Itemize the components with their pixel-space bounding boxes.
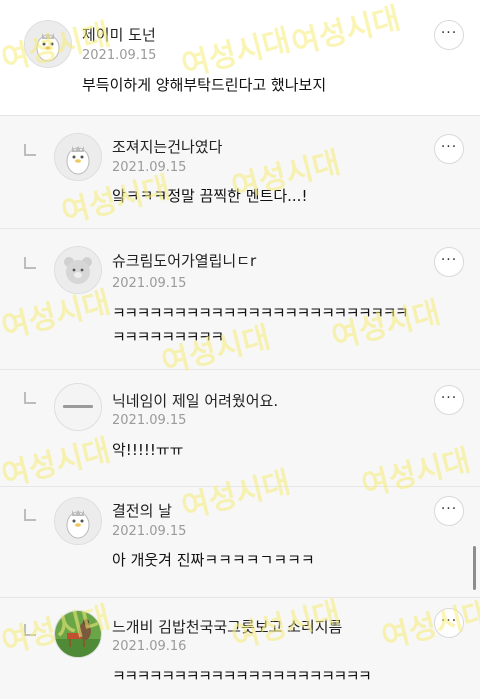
reply-arrow-icon — [24, 144, 36, 156]
reply-item: 닉네임이 제일 어려웠어요. 2021.09.15 악!!!!!ㅠㅠ ··· — [0, 370, 480, 486]
penguin-icon — [25, 21, 71, 67]
scrollbar-thumb[interactable] — [473, 546, 476, 590]
comment-item: 제이미 도넌 2021.09.15 부득이하게 양해부탁드린다고 했나보지 ··… — [0, 0, 480, 115]
reply-item: 결전의 날 2021.09.15 아 개웃겨 진짜ㅋㅋㅋㅋㄱㅋㅋㅋ ··· — [0, 487, 480, 597]
avatar[interactable] — [54, 133, 102, 181]
comment-text: 아 개웃겨 진짜ㅋㅋㅋㅋㄱㅋㅋㅋ — [112, 551, 315, 569]
avatar[interactable] — [24, 20, 72, 68]
comment-author[interactable]: 조져지는건나였다 — [112, 136, 222, 157]
penguin-icon — [55, 498, 101, 544]
comment-text-line: ㅋㅋㅋㅋㅋㅋㅋㅋㅋㅋㅋㅋㅋㅋㅋㅋㅋㅋㅋㅋㅋㅋㅋㅋ — [112, 304, 409, 322]
bear-icon — [55, 247, 101, 293]
comment-author[interactable]: 결전의 날 — [112, 500, 172, 521]
avatar[interactable] — [54, 383, 102, 431]
more-options-button[interactable]: ··· — [434, 247, 464, 277]
comment-author[interactable]: 느개비 김밥천국국그릇보고 소리지름 — [112, 616, 342, 637]
more-options-button[interactable]: ··· — [434, 20, 464, 50]
comment-text: ㅋㅋㅋㅋㅋㅋㅋㅋㅋㅋㅋㅋㅋㅋㅋㅋㅋㅋㅋㅋㅋ — [112, 667, 372, 685]
comment-date: 2021.09.15 — [112, 160, 187, 175]
reply-item: 느개비 김밥천국국그릇보고 소리지름 2021.09.16 ㅋㅋㅋㅋㅋㅋㅋㅋㅋㅋ… — [0, 598, 480, 699]
penguin-icon — [55, 134, 101, 180]
more-options-button[interactable]: ··· — [434, 496, 464, 526]
comment-date: 2021.09.15 — [82, 48, 157, 63]
reply-item: 조져지는건나였다 2021.09.15 앜ㅋㅋㅋ정말 끔찍한 멘트다...! ·… — [0, 116, 480, 228]
comment-author[interactable]: 슈크림도어가열립니ㄷr — [112, 250, 256, 271]
reply-arrow-icon — [24, 392, 36, 404]
wordmark-logo-icon — [55, 384, 101, 430]
reply-arrow-icon — [24, 624, 36, 636]
reply-arrow-icon — [24, 509, 36, 521]
comment-author[interactable]: 닉네임이 제일 어려웠어요. — [112, 390, 278, 411]
comment-text-line: ㅋㅋㅋㅋㅋㅋㅋㅋㅋ — [112, 328, 224, 346]
more-options-button[interactable]: ··· — [434, 134, 464, 164]
comment-date: 2021.09.15 — [112, 276, 187, 291]
reply-arrow-icon — [24, 257, 36, 269]
comment-text: 부득이하게 양해부탁드린다고 했나보지 — [82, 76, 327, 94]
comment-date: 2021.09.15 — [112, 524, 187, 539]
comment-date: 2021.09.15 — [112, 413, 187, 428]
more-options-button[interactable]: ··· — [434, 385, 464, 415]
photo-avatar-icon — [55, 611, 101, 657]
comment-text: 앜ㅋㅋㅋ정말 끔찍한 멘트다...! — [112, 187, 308, 205]
comment-date: 2021.09.16 — [112, 639, 187, 654]
avatar[interactable] — [54, 610, 102, 658]
avatar[interactable] — [54, 497, 102, 545]
comment-text: 악!!!!!ㅠㅠ — [112, 441, 184, 459]
comment-author[interactable]: 제이미 도넌 — [82, 24, 156, 45]
more-options-button[interactable]: ··· — [434, 608, 464, 638]
reply-item: 슈크림도어가열립니ㄷr 2021.09.15 ㅋㅋㅋㅋㅋㅋㅋㅋㅋㅋㅋㅋㅋㅋㅋㅋㅋ… — [0, 229, 480, 369]
avatar[interactable] — [54, 246, 102, 294]
